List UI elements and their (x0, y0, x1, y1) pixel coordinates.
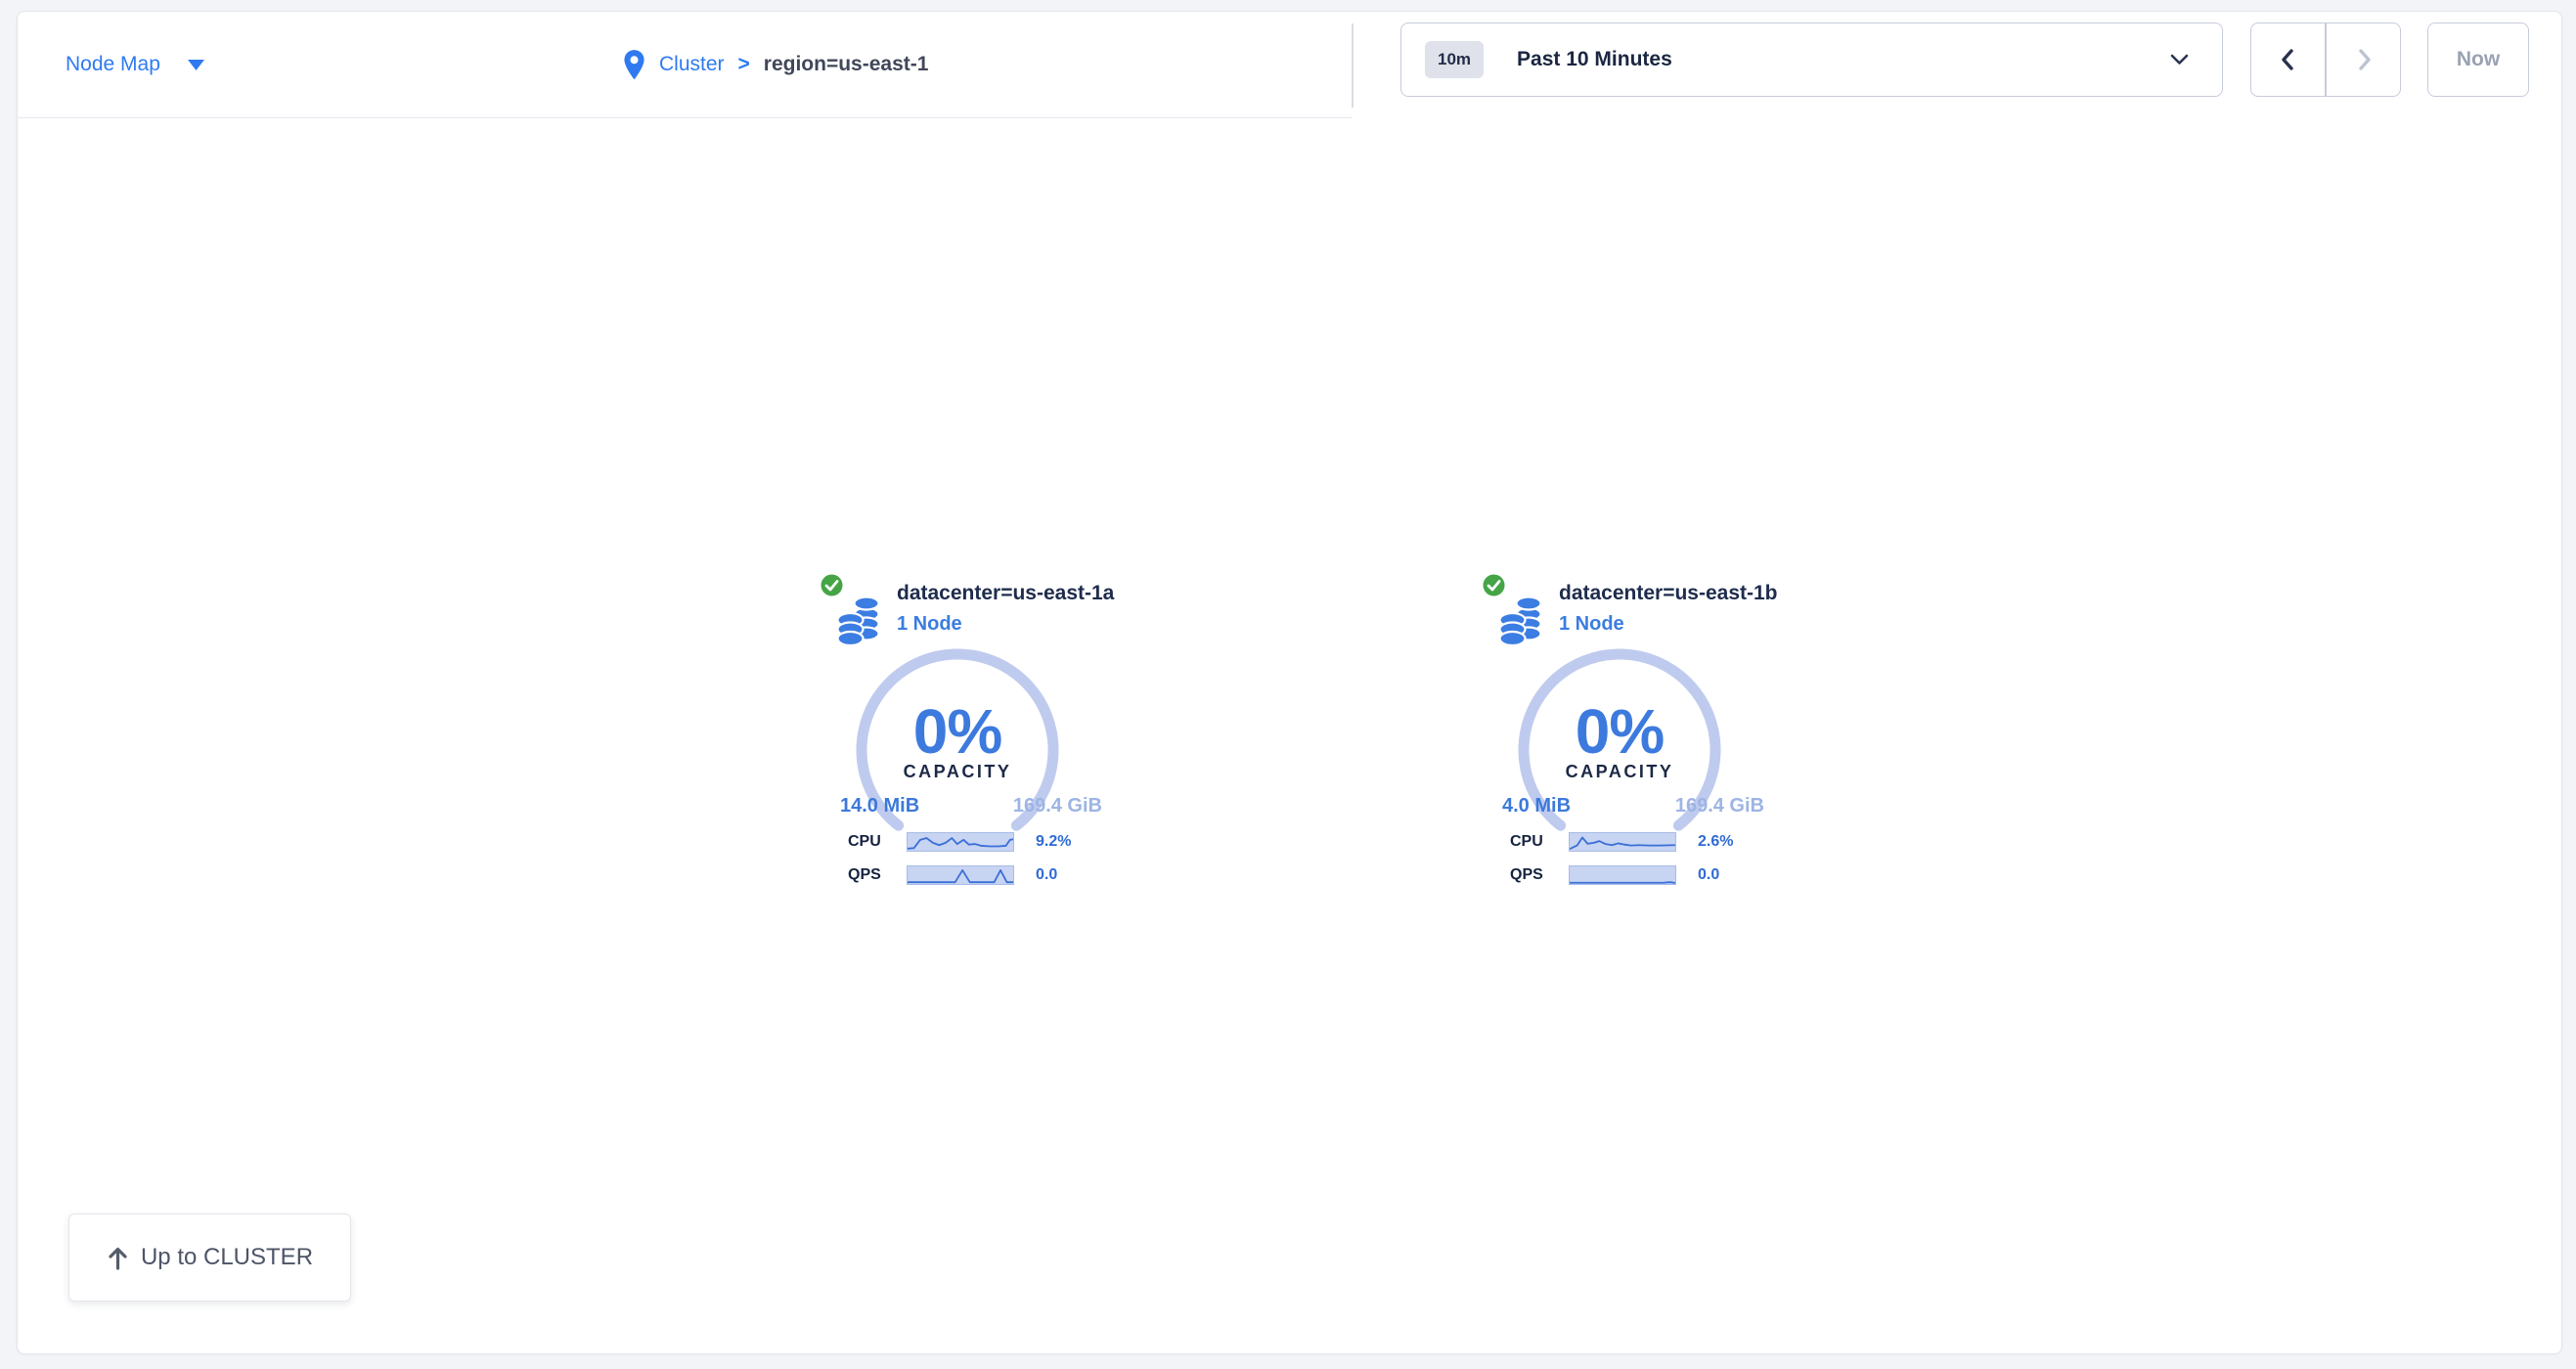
time-range-badge: 10m (1425, 41, 1484, 78)
capacity-percent: 0% (850, 695, 1065, 768)
capacity-usage-row: 4.0 MiB 169.4 GiB (1502, 795, 1764, 817)
qps-label: QPS (1510, 866, 1569, 884)
main-panel: Node Map Cluster > region=us-east-1 10m … (17, 11, 2562, 1354)
cpu-label: CPU (1510, 833, 1569, 851)
capacity-usage-row: 14.0 MiB 169.4 GiB (840, 795, 1102, 817)
up-to-cluster-label: Up to CLUSTER (141, 1244, 313, 1271)
arrow-up-icon (107, 1246, 129, 1270)
up-to-cluster-button[interactable]: Up to CLUSTER (68, 1214, 351, 1302)
cpu-label: CPU (848, 833, 907, 851)
chevron-right-icon (2352, 47, 2376, 72)
datacenter-node-count: 1 Node (1559, 613, 1624, 636)
cpu-metric-row: CPU 9.2% (848, 830, 1122, 854)
caret-down-icon (188, 60, 204, 70)
qps-metric-row: QPS 0.0 (848, 863, 1122, 887)
datacenter-card-us-east-1b[interactable]: datacenter=us-east-1b 1 Node 0% CAPACITY… (1473, 570, 1825, 903)
header-bottom-border (18, 117, 1352, 118)
qps-sparkline (907, 865, 1014, 885)
qps-label: QPS (848, 866, 907, 884)
breadcrumb: Cluster > region=us-east-1 (623, 12, 928, 117)
capacity-total: 169.4 GiB (1013, 795, 1102, 817)
breadcrumb-cluster-link[interactable]: Cluster (659, 53, 725, 76)
now-button[interactable]: Now (2427, 22, 2529, 97)
cpu-value: 9.2% (1036, 833, 1071, 851)
qps-sparkline (1569, 865, 1676, 885)
capacity-caption: CAPACITY (1512, 762, 1727, 782)
view-selector-label: Node Map (66, 53, 160, 76)
location-pin-icon (623, 49, 645, 81)
qps-metric-row: QPS 0.0 (1510, 863, 1784, 887)
capacity-used: 4.0 MiB (1502, 795, 1571, 817)
time-range-picker[interactable]: 10m Past 10 Minutes (1400, 22, 2223, 97)
datacenter-title: datacenter=us-east-1a (897, 582, 1114, 605)
cpu-value: 2.6% (1698, 833, 1733, 851)
capacity-total: 169.4 GiB (1675, 795, 1764, 817)
time-nav-group (2250, 22, 2401, 97)
cpu-sparkline (907, 832, 1014, 852)
datacenter-title: datacenter=us-east-1b (1559, 582, 1778, 605)
breadcrumb-separator: > (738, 53, 750, 76)
capacity-used: 14.0 MiB (840, 795, 919, 817)
datacenter-card-us-east-1a[interactable]: datacenter=us-east-1a 1 Node 0% CAPACITY… (811, 570, 1163, 903)
time-next-button[interactable] (2326, 22, 2401, 97)
breadcrumb-current: region=us-east-1 (764, 53, 929, 76)
chevron-left-icon (2277, 47, 2300, 72)
time-prev-button[interactable] (2250, 22, 2326, 97)
cpu-sparkline (1569, 832, 1676, 852)
qps-value: 0.0 (1036, 866, 1057, 884)
node-map-page: Node Map Cluster > region=us-east-1 10m … (0, 0, 2576, 1369)
header: Node Map Cluster > region=us-east-1 10m … (18, 12, 2561, 117)
datacenter-icon (1498, 594, 1543, 646)
qps-value: 0.0 (1698, 866, 1719, 884)
datacenter-icon (836, 594, 881, 646)
capacity-caption: CAPACITY (850, 762, 1065, 782)
chevron-down-icon (2170, 54, 2189, 66)
header-divider (1352, 23, 1354, 108)
datacenter-node-count: 1 Node (897, 613, 962, 636)
view-selector-dropdown[interactable]: Node Map (66, 12, 204, 117)
time-range-label: Past 10 Minutes (1517, 48, 1672, 71)
cpu-metric-row: CPU 2.6% (1510, 830, 1784, 854)
capacity-percent: 0% (1512, 695, 1727, 768)
